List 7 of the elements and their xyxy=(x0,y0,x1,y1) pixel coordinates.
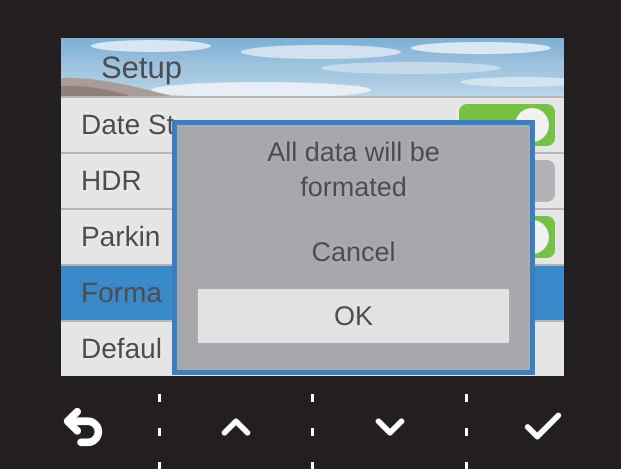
screen-title: Setup xyxy=(101,49,182,87)
menu-label: Forma xyxy=(81,276,162,310)
menu-label: Defaul xyxy=(81,332,162,366)
menu-label: Parkin xyxy=(81,220,160,254)
menu-label: HDR xyxy=(81,164,142,198)
dialog-message: All data will be formated xyxy=(266,136,441,204)
menu-label: Date St xyxy=(81,108,174,142)
